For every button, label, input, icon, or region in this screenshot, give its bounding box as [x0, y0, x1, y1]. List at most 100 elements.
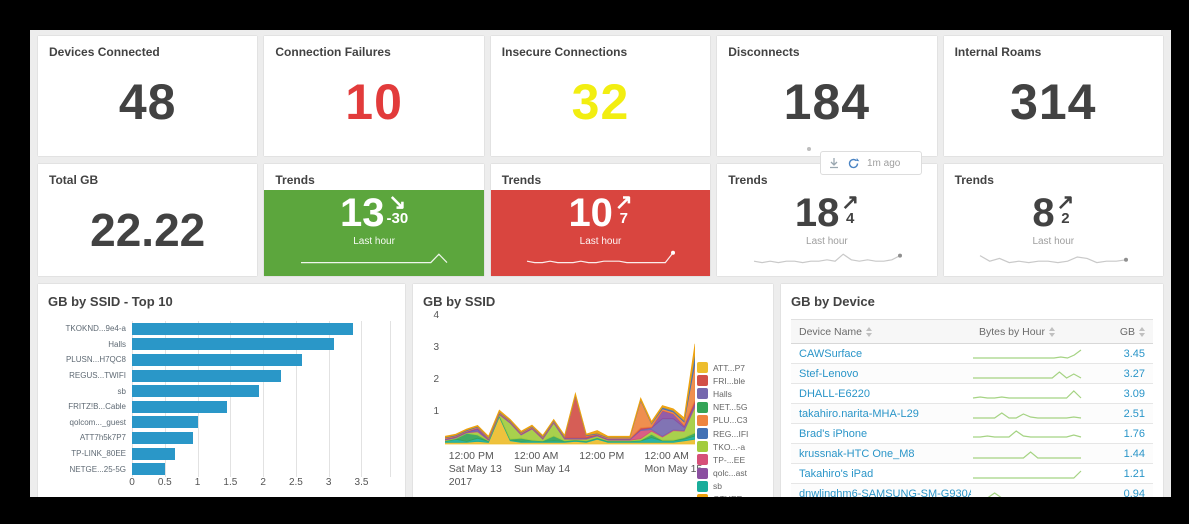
bar[interactable]	[132, 447, 175, 460]
kpi-value: 314	[1010, 74, 1097, 130]
bar-label: Halls	[108, 339, 126, 349]
trend-value-group: 13 ↘ -30	[340, 192, 408, 234]
x-tick-label: 1	[194, 477, 201, 488]
tile-trends-insecure-connections[interactable]: Trends 10 ↗ 7 Last hour	[490, 164, 711, 276]
bar[interactable]	[132, 463, 165, 476]
tile-trends-connection-failures[interactable]: Trends 13 ↘ -30 Last hour	[264, 164, 484, 276]
device-name-link[interactable]: CAWSurface	[791, 348, 971, 360]
sort-icon[interactable]	[866, 326, 873, 337]
table-header: Device Name Bytes by Hour GB	[791, 320, 1153, 344]
legend-label: FRI...ble	[713, 375, 746, 386]
tile-title: Connection Failures	[275, 45, 391, 59]
tile-title: Total GB	[49, 173, 99, 187]
tile-total-gb[interactable]: Total GB 22.22	[38, 164, 258, 276]
download-icon[interactable]	[828, 157, 840, 169]
bar[interactable]	[132, 338, 334, 351]
sort-icon[interactable]	[1048, 326, 1055, 337]
trend-block: 8 ↗ 2 Last hour	[943, 190, 1163, 276]
x-tick-label: 2	[260, 477, 266, 488]
bar[interactable]	[132, 400, 228, 413]
bar-label: PLUSN...H7QC8	[65, 355, 126, 365]
bytes-by-hour-sparkline	[971, 407, 1101, 421]
bar[interactable]	[132, 322, 353, 335]
legend-swatch	[697, 428, 708, 440]
trend-value: 13	[340, 191, 385, 235]
legend-swatch	[697, 414, 708, 426]
bar-track	[132, 353, 391, 366]
bytes-by-hour-sparkline	[971, 487, 1101, 497]
panel-title: GB by Device	[791, 294, 875, 309]
legend-swatch	[697, 454, 708, 466]
bar[interactable]	[132, 385, 259, 398]
trend-sparkline	[978, 248, 1129, 266]
x-tick-label: 2.5	[288, 477, 303, 488]
y-tick-label: 3	[433, 342, 439, 353]
bar-track	[132, 322, 391, 335]
legend-item[interactable]: PLU...C3	[697, 414, 761, 427]
legend-label: PLU...C3	[713, 415, 748, 426]
device-name-link[interactable]: Takahiro's iPad	[791, 468, 971, 480]
trend-value-group: 18 ↗ 4	[795, 192, 859, 234]
column-header-device-name[interactable]: Device Name	[791, 326, 971, 338]
tile-title: Disconnects	[728, 45, 800, 59]
kpi-value: 32	[571, 74, 630, 130]
trend-caption: Last hour	[1032, 236, 1075, 247]
bar[interactable]	[132, 369, 281, 382]
device-name-link[interactable]: takahiro.narita-MHA-L29	[791, 408, 971, 420]
panel-gb-by-ssid: GB by SSID 4 3 2 1 12:00 PM Sat May 13 2017 12…	[413, 284, 773, 497]
tile-insecure-connections[interactable]: Insecure Connections 32	[490, 36, 711, 156]
bar-row: PLUSN...H7QC8	[48, 352, 395, 368]
legend-label: Halls	[713, 388, 732, 399]
stacked-area-plot[interactable]	[445, 313, 695, 446]
bar-label: qolcom..._guest	[69, 417, 126, 427]
device-name-link[interactable]: DHALL-E6220	[791, 388, 971, 400]
tile-connection-failures[interactable]: Connection Failures 10	[264, 36, 484, 156]
bar-row: NETGE...25-5G	[48, 461, 395, 477]
bar-track	[132, 463, 391, 476]
refresh-icon[interactable]	[847, 157, 860, 170]
legend-item[interactable]: Halls	[697, 387, 761, 400]
legend-item[interactable]: REG...IFI	[697, 427, 761, 440]
x-tick-label: 3.5	[354, 477, 369, 488]
bar-track	[132, 416, 391, 429]
bar[interactable]	[132, 416, 198, 429]
trend-delta: 4	[845, 210, 855, 227]
total-gb-value: 22.22	[90, 204, 206, 256]
tile-trends-disconnects[interactable]: Trends 18 ↗ 4 Last hour	[717, 164, 937, 276]
tile-disconnects[interactable]: Disconnects 184	[717, 36, 937, 156]
device-name-link[interactable]: dnwlinghm6-SAMSUNG-SM-G930A	[791, 488, 971, 498]
kpi-value: 10	[345, 74, 403, 130]
legend-swatch	[697, 401, 708, 413]
column-header-gb[interactable]: GB	[1101, 326, 1153, 338]
legend-item[interactable]: sb	[697, 480, 761, 493]
x-tick-label: 1.5	[223, 477, 238, 488]
legend-item[interactable]: NET...5G	[697, 401, 761, 414]
tile-title: Trends	[275, 173, 315, 187]
bar-track	[132, 400, 391, 413]
bytes-by-hour-sparkline	[971, 447, 1101, 461]
bar[interactable]	[132, 353, 303, 366]
legend-item[interactable]: TP-...EE	[697, 453, 761, 466]
legend-item[interactable]: ATT...P7	[697, 361, 761, 374]
bar-chart: TKOKND...9e4-a Halls PLUSN...H7QC8 REGUS...…	[48, 321, 395, 477]
bar[interactable]	[132, 431, 193, 444]
device-name-link[interactable]: krussnak-HTC One_M8	[791, 448, 971, 460]
tile-devices-connected[interactable]: Devices Connected 48	[38, 36, 258, 156]
x-tick-label: 12:00 PM Sat May 13 2017	[448, 450, 502, 488]
device-name-link[interactable]: Stef-Lenovo	[791, 368, 971, 380]
tile-trends-internal-roams[interactable]: Trends 8 ↗ 2 Last hour	[943, 164, 1163, 276]
gb-value: 2.51	[1123, 407, 1145, 420]
column-header-bytes-by-hour[interactable]: Bytes by Hour	[971, 326, 1101, 338]
area-chart: 4 3 2 1 12:00 PM Sat May 13 2017 12:00 AM Sun M…	[423, 310, 763, 497]
legend-swatch	[697, 467, 708, 479]
sort-icon[interactable]	[1139, 326, 1145, 337]
x-tick-label: 12:00 AM Sun May 14	[514, 450, 571, 475]
device-name-link[interactable]: Brad's iPhone	[791, 428, 971, 440]
legend-item[interactable]: TKO...-a	[697, 440, 761, 453]
trend-block: 10 ↗ 7 Last hour	[490, 190, 711, 276]
legend-item[interactable]: OTHER	[697, 493, 761, 497]
legend-item[interactable]: FRI...ble	[697, 374, 761, 387]
legend-item[interactable]: qolc...ast	[697, 467, 761, 480]
tile-internal-roams[interactable]: Internal Roams 314	[943, 36, 1163, 156]
trend-delta: -30	[386, 210, 409, 227]
